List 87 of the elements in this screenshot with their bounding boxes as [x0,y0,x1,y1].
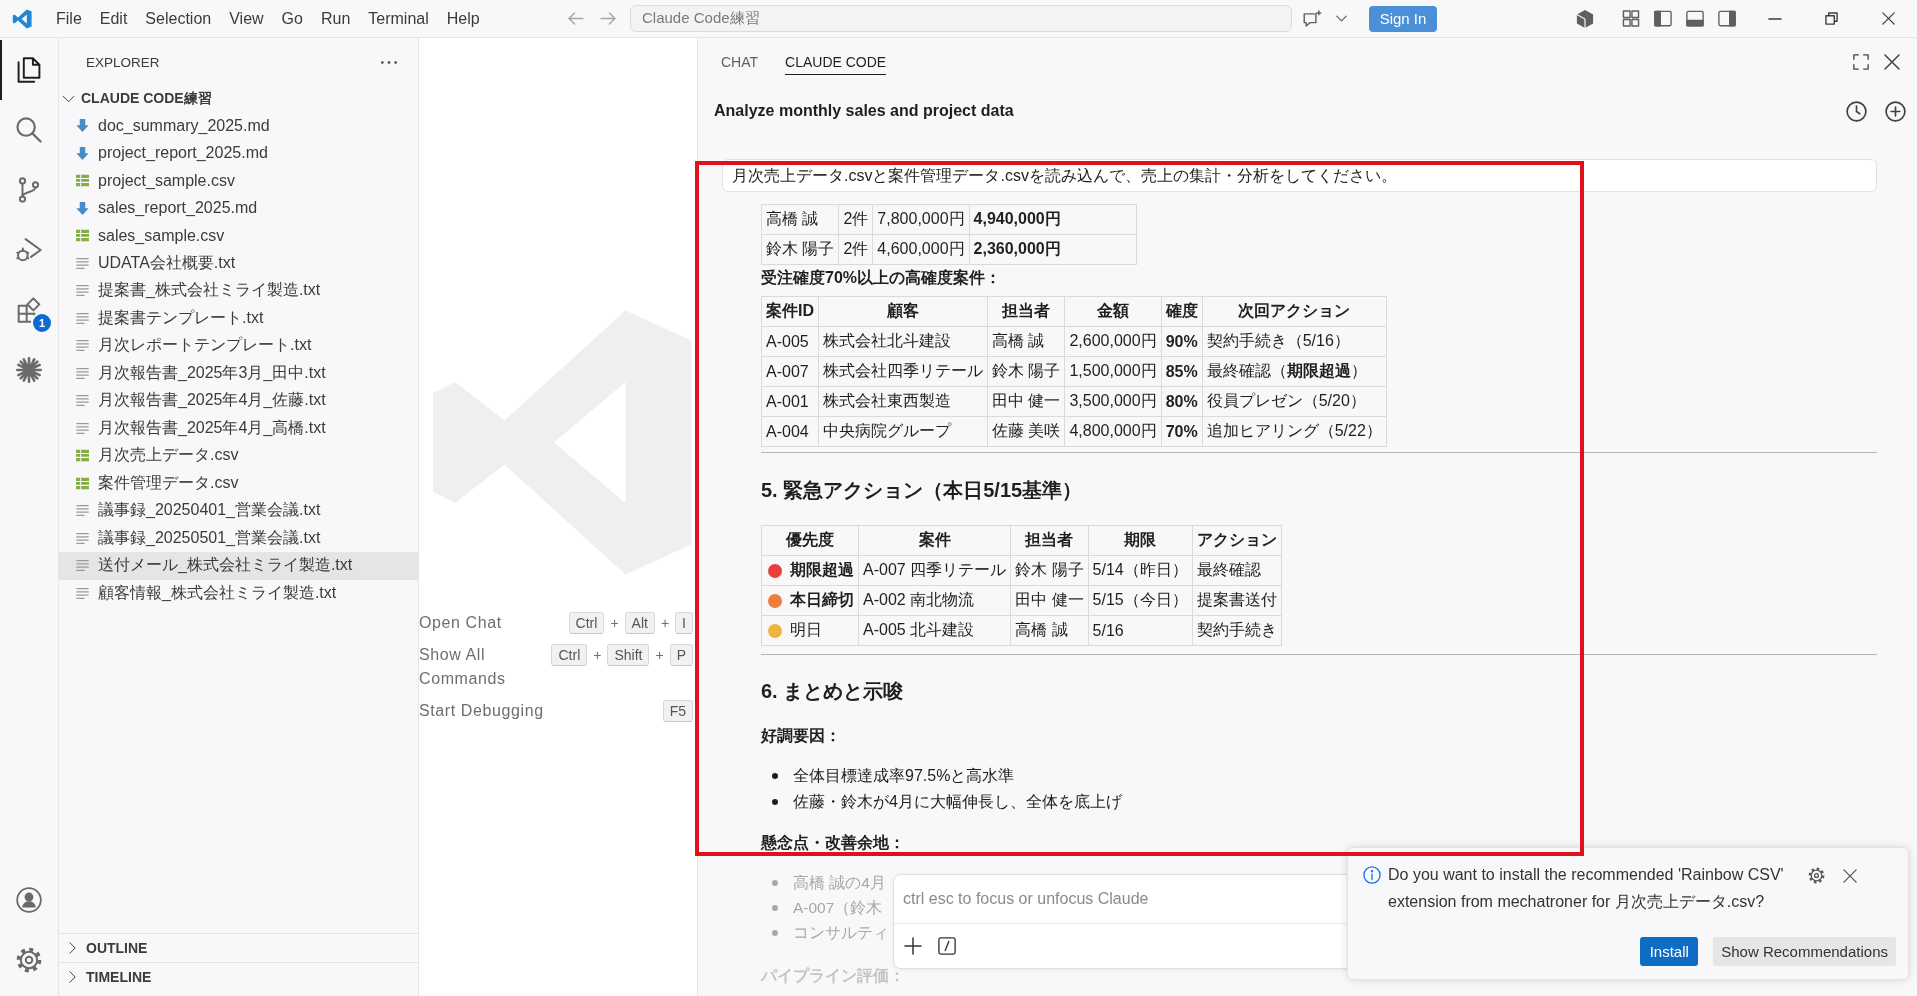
priority-label: 期限超過 [790,560,854,580]
table-cell: 5/14（昨日） [1088,555,1193,586]
table-cell: A-005 北斗建設 [858,615,1011,646]
column-header: 担当者 [987,296,1065,327]
column-header: 金額 [1064,296,1162,327]
table-cell: 中央病院グループ [818,416,988,447]
section-heading: 5. 緊急アクション（本日5/15基準） [761,478,1084,503]
table-cell: 80% [1161,386,1203,417]
table-cell: 鈴木 陽子 [1010,555,1089,586]
table-cell: 4,940,000円 [969,204,1137,235]
table-cell: 鈴木 陽子 [761,234,839,265]
sidebar-title: EXPLORER [86,54,160,70]
column-header: 案件ID [761,296,819,327]
key-cap: Alt [624,612,655,634]
table-cell: 3,500,000円 [1064,386,1162,417]
column-header: 顧客 [818,296,988,327]
subheading: 好調要因： [761,726,842,746]
subheading: 懸念点・改善余地： [761,833,906,853]
table-cell: 提案書送付 [1192,585,1282,616]
count-badge: 1 [31,312,53,334]
priority-label: 本日締切 [790,590,854,610]
list-item-text: 高橋 誠の4月 [793,873,886,893]
key-separator: + [593,647,602,663]
table-cell: 最終確認（期限超過） [1202,356,1387,387]
column-header: 案件 [858,525,1011,556]
table-cell: 佐藤 美咲 [987,416,1065,447]
list-item-text: コンサルティ [793,923,889,943]
column-header: 期限 [1088,525,1193,556]
table-cell: 5/16 [1088,615,1193,646]
table-cell: 契約手続き（5/16） [1202,326,1387,357]
user-message: 月次売上データ.csvと案件管理データ.csvを読み込んで、売上の集計・分析をしてください。 [722,159,1877,192]
key-separator: + [655,647,664,663]
table-cell: 90% [1161,326,1203,357]
table-cell: 2件 [838,204,873,235]
shortcut-label: Show All Commands [419,645,507,689]
key-cap: Ctrl [551,644,588,666]
key-cap: I [675,612,693,634]
list-item-text: A-007（鈴木 [793,898,883,918]
table-cell: A-007 四季リテール [858,555,1011,586]
notification-message: Do you want to install the recommended 'Rainbow CSV' extension from mechatroner for 月次売上データ.csv? [1388,865,1785,912]
table-cell: 最終確認 [1192,555,1282,586]
table-cell: 85% [1161,356,1203,387]
table-cell: 契約手続き [1192,615,1282,646]
table-cell: 株式会社四季リテール [818,356,988,387]
table-cell: 5/15（今日） [1088,585,1193,616]
table-cell: 高橋 誠 [1010,615,1089,646]
table-cell: 1,500,000円 [1064,356,1162,387]
table-cell: 田中 健一 [987,386,1065,417]
column-header: 次回アクション [1202,296,1387,327]
table-cell: A-002 南北物流 [858,585,1011,616]
column-header: 優先度 [761,525,859,556]
table-cell: 4,800,000円 [1064,416,1162,447]
section-heading: 6. まとめと示唆 [761,679,905,704]
column-header: 担当者 [1010,525,1089,556]
table-cell: 2,360,000円 [969,234,1137,265]
table-cell: 追加ヒアリング（5/22） [1202,416,1387,447]
table-cell: 2,600,000円 [1064,326,1162,357]
key-cap: F5 [662,700,693,722]
table-cell: 7,800,000円 [872,204,970,235]
column-header: アクション [1192,525,1282,556]
table-cell: A-004 [761,416,819,447]
shortcut-label: Start Debugging [419,701,544,721]
key-separator: + [610,615,619,631]
priority-label: 明日 [790,620,822,640]
table-cell: 株式会社北斗建設 [818,326,988,357]
table-cell: 高橋 誠 [987,326,1065,357]
list-item-text: 佐藤・鈴木が4月に大幅伸長し、全体を底上げ [793,792,1122,812]
table-cell: 70% [1161,416,1203,447]
table-cell: 2件 [838,234,873,265]
key-cap: Shift [607,644,650,666]
key-cap: Ctrl [568,612,605,634]
list-item-text: 全体目標達成率97.5%と高水準 [793,766,1015,786]
table-cell: 役員プレゼン（5/20） [1202,386,1387,417]
table-cell: A-001 [761,386,819,417]
column-header: 確度 [1161,296,1203,327]
table-cell: 株式会社東西製造 [818,386,988,417]
chat-title: Analyze monthly sales and project data [714,102,1014,120]
table-cell: A-005 [761,326,819,357]
subheading: 受注確度70%以上の高確度案件： [761,268,1003,288]
shortcut-label: Open Chat [419,613,502,633]
table-cell: 田中 健一 [1010,585,1089,616]
table-cell: A-007 [761,356,819,387]
key-cap: P [669,644,693,666]
key-separator: + [660,615,670,631]
table-cell: 高橋 誠 [761,204,839,235]
table-cell: 4,600,000円 [872,234,970,265]
table-cell: 鈴木 陽子 [987,356,1065,387]
